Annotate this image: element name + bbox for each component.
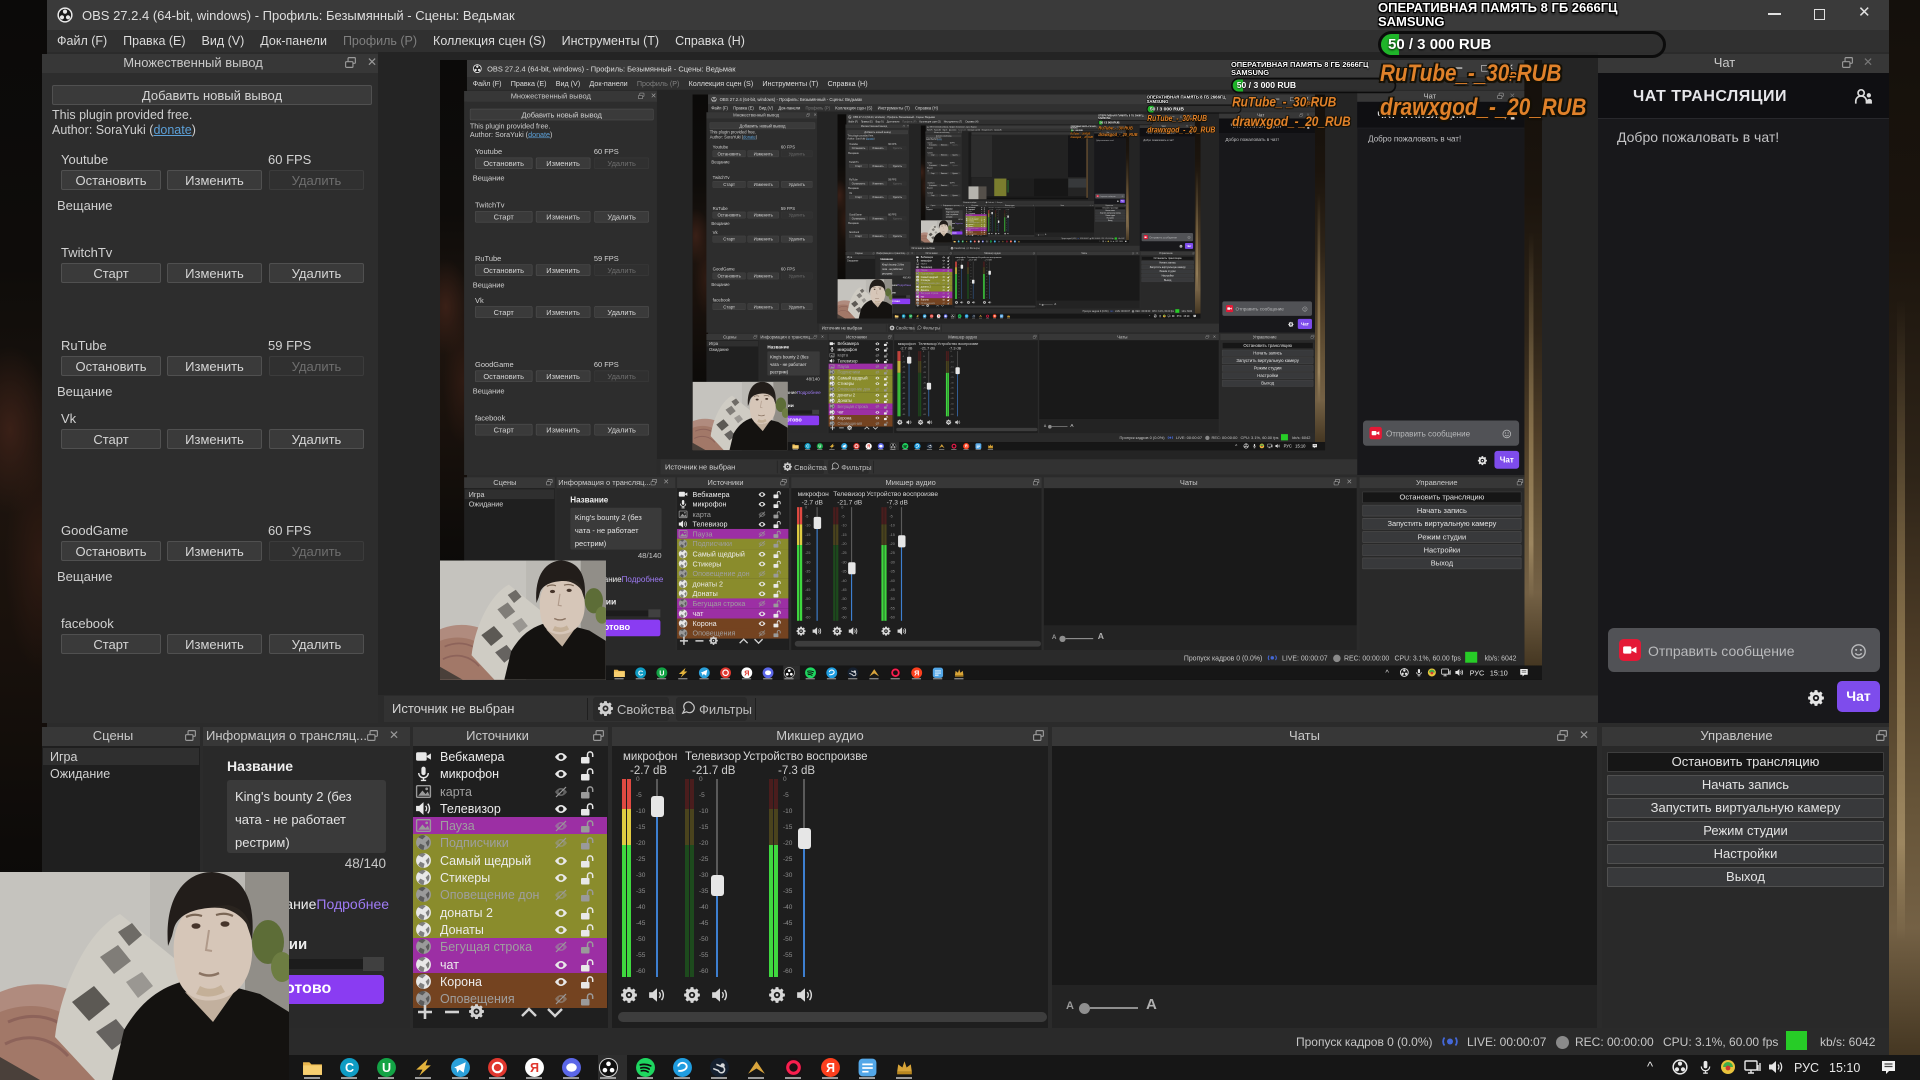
svg-text:Я: Я xyxy=(867,444,870,449)
svg-text:C: C xyxy=(638,668,644,677)
svg-text:Я: Я xyxy=(826,1061,835,1075)
svg-text:Я: Я xyxy=(530,1061,539,1075)
svg-text:U: U xyxy=(659,668,664,677)
svg-text:Я: Я xyxy=(965,444,968,449)
svg-text:U: U xyxy=(818,444,821,449)
svg-text:Я: Я xyxy=(744,668,749,677)
svg-text:U: U xyxy=(382,1061,391,1075)
svg-text:C: C xyxy=(345,1061,354,1075)
svg-text:Я: Я xyxy=(914,668,919,677)
svg-text:C: C xyxy=(806,444,809,449)
